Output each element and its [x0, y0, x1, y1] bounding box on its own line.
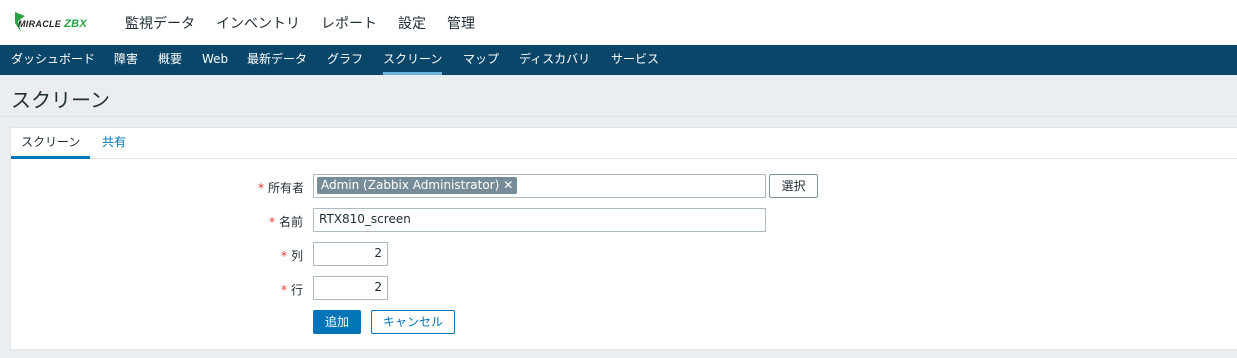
columns-input[interactable]: 2: [313, 242, 388, 266]
main-nav: 監視データ インベントリ レポート 設定 管理: [125, 0, 496, 45]
logo-text-main: MIRACLE: [18, 19, 62, 29]
sub-nav-screens[interactable]: スクリーン: [383, 45, 443, 75]
sub-nav-discovery[interactable]: ディスカバリ: [519, 45, 590, 75]
sub-nav-services[interactable]: サービス: [611, 45, 659, 75]
owner-chip: Admin (Zabbix Administrator) ✕: [317, 177, 518, 194]
logo[interactable]: MIRACLE ZBX: [15, 12, 103, 34]
sub-nav-graphs[interactable]: グラフ: [327, 45, 363, 75]
sub-nav-web[interactable]: Web: [202, 45, 228, 75]
name-input[interactable]: RTX810_screen: [313, 208, 766, 232]
logo-text-accent: ZBX: [64, 18, 88, 30]
required-mark: *: [258, 181, 264, 195]
remove-owner-icon[interactable]: ✕: [503, 177, 513, 194]
main-nav-inventory[interactable]: インベントリ: [216, 13, 300, 33]
owner-multiselect[interactable]: Admin (Zabbix Administrator) ✕: [313, 174, 766, 198]
rows-label: * 行: [281, 283, 304, 297]
cancel-button[interactable]: キャンセル: [371, 310, 455, 334]
title-divider: [0, 116, 1237, 117]
tab-screen[interactable]: スクリーン: [11, 128, 91, 159]
required-mark: *: [269, 215, 275, 229]
owner-label: * 所有者: [258, 181, 305, 195]
main-nav-configuration[interactable]: 設定: [398, 13, 426, 33]
select-owner-button[interactable]: 選択: [769, 174, 818, 198]
top-header: MIRACLE ZBX 監視データ インベントリ レポート 設定 管理: [0, 0, 1237, 45]
main-nav-reports[interactable]: レポート: [321, 13, 377, 33]
required-mark: *: [281, 249, 287, 263]
required-mark: *: [281, 283, 287, 297]
sub-nav: ダッシュボード 障害 概要 Web 最新データ グラフ スクリーン マップ ディ…: [0, 45, 1237, 75]
form-panel: スクリーン 共有 * 所有者 Admin (Zabbix Administrato…: [10, 127, 1237, 350]
add-button[interactable]: 追加: [313, 310, 361, 334]
tab-bar: スクリーン 共有: [11, 128, 1237, 159]
main-nav-administration[interactable]: 管理: [447, 13, 475, 33]
main-nav-monitoring[interactable]: 監視データ: [125, 13, 195, 33]
sub-nav-maps[interactable]: マップ: [463, 45, 499, 75]
sub-nav-overview[interactable]: 概要: [158, 45, 182, 75]
rows-input[interactable]: 2: [313, 276, 388, 300]
tab-sharing[interactable]: 共有: [102, 128, 126, 159]
sub-nav-latest-data[interactable]: 最新データ: [247, 45, 307, 75]
sub-nav-dashboard[interactable]: ダッシュボード: [11, 45, 95, 75]
sub-nav-problems[interactable]: 障害: [114, 45, 138, 75]
page-title: スクリーン: [11, 88, 110, 112]
columns-label: * 列: [281, 249, 304, 263]
name-label: * 名前: [269, 215, 304, 229]
